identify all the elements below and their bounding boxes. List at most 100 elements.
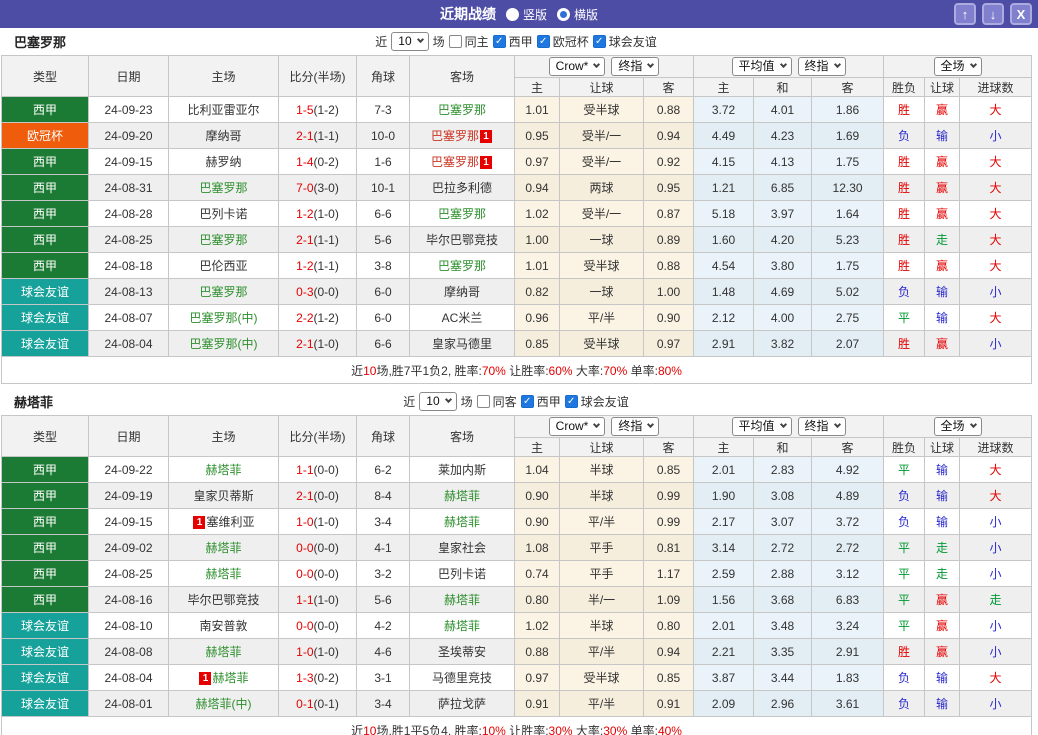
result-outcome-cell: 平	[883, 456, 926, 483]
league-checkbox[interactable]: ✓ 球会友谊	[592, 33, 657, 50]
layout-radio-vertical[interactable]: 竖版	[505, 6, 547, 23]
odds-home-cell: 0.80	[514, 586, 560, 613]
type-cell: 球会友谊	[1, 690, 89, 717]
odds-source-select[interactable]: Crow*	[548, 57, 606, 76]
halftime-score: (0-0)	[313, 462, 339, 477]
home-team-name: 巴伦西亚	[199, 259, 247, 273]
col-header-type: 类型	[1, 415, 89, 457]
league-checkbox[interactable]: ✓ 西甲	[492, 33, 533, 50]
average-odds-select[interactable]: 平均值	[731, 57, 792, 76]
corners-cell: 6-6	[356, 330, 410, 357]
away-team-name: 莱加内斯	[438, 463, 486, 477]
team-text: 巴塞罗那(中)	[189, 311, 258, 325]
odds-source-select[interactable]: Crow*	[548, 417, 606, 436]
result-handicap-cell: 赢	[924, 96, 961, 123]
final-odds-select[interactable]: 终指	[797, 417, 846, 436]
average-odds-select[interactable]: 平均值	[731, 417, 792, 436]
scope-select[interactable]: 全场	[933, 417, 982, 436]
match-row: 西甲 24-08-16 毕尔巴鄂竞技 1-1(1-0) 5-6 赫塔菲 0.80 半/一 1.0…	[1, 586, 1033, 613]
home-team-cell: 南安普敦	[168, 612, 279, 639]
move-up-button[interactable]: ↑	[954, 3, 976, 25]
odds-handicap-cell: 平手	[559, 560, 644, 587]
same-venue-checkbox[interactable]: 同主	[448, 33, 489, 50]
odds-home-cell: 1.08	[514, 534, 560, 561]
move-down-button[interactable]: ↓	[982, 3, 1004, 25]
result-goals-cell: 小	[959, 560, 1033, 587]
team-text: 巴列卡诺	[437, 567, 486, 581]
away-team-cell: AC米兰	[409, 304, 515, 331]
halftime-score: (1-1)	[313, 232, 339, 247]
away-team-cell: 莱加内斯	[409, 456, 515, 483]
corners-cell: 3-8	[356, 252, 410, 279]
team-text: 萨拉戈萨	[437, 697, 486, 711]
match-count-select[interactable]: 10	[419, 392, 457, 411]
odds-home-cell: 1.02	[514, 612, 560, 639]
home-team-name: 赫塔菲(中)	[196, 697, 252, 711]
select-value: 终指	[618, 59, 643, 73]
score-cell: 7-0(3-0)	[278, 174, 357, 201]
team-text: 巴塞罗那	[430, 129, 479, 143]
corners-cell: 8-4	[356, 482, 410, 509]
score-cell: 0-0(0-0)	[278, 612, 357, 639]
final-odds-select[interactable]: 终指	[797, 57, 846, 76]
avg-away-cell: 3.61	[811, 690, 885, 717]
home-team-cell: 赫塔菲	[168, 638, 279, 665]
avg-home-cell: 1.56	[693, 586, 755, 613]
team-text: AC米兰	[441, 311, 483, 325]
odds-handicap-cell: 两球	[559, 174, 644, 201]
fulltime-score: 1-5	[296, 102, 314, 117]
match-count-select[interactable]: 10	[391, 32, 429, 51]
avg-away-cell: 1.83	[811, 664, 885, 691]
chevron-down-icon	[969, 420, 977, 429]
corners-cell: 6-6	[356, 200, 410, 227]
team-text: 赫塔菲	[205, 463, 242, 477]
subcol-odds-away: 客	[642, 437, 695, 457]
league-checkbox[interactable]: ✓ 球会友谊	[564, 393, 629, 410]
odds-handicap-cell: 受半球	[559, 330, 644, 357]
layout-radio-horizontal[interactable]: 横版	[557, 6, 598, 23]
league-checkbox[interactable]: ✓ 西甲	[520, 393, 561, 410]
select-value: 平均值	[738, 419, 775, 433]
team-text: 巴伦西亚	[199, 259, 248, 273]
corners-cell: 4-6	[356, 638, 410, 665]
chevron-down-icon	[593, 60, 601, 69]
close-button[interactable]: X	[1010, 3, 1032, 25]
filter-games-label: 场	[432, 35, 445, 49]
checkbox-label: 西甲	[508, 35, 533, 49]
type-cell: 西甲	[1, 96, 89, 123]
subcol-avg-away: 客	[811, 77, 885, 97]
odds-away-cell: 1.09	[642, 586, 695, 613]
team-text: 赫塔菲	[205, 567, 242, 581]
avg-home-cell: 3.72	[693, 96, 755, 123]
date-cell: 24-08-07	[88, 304, 169, 331]
subcol-odds-home: 主	[514, 437, 560, 457]
chevron-down-icon	[647, 60, 655, 69]
match-row: 球会友谊 24-08-04 1 赫塔菲 1-3(0-2) 3-1 马德里竞技 0.97 受半球 0…	[1, 664, 1033, 691]
halftime-score: (0-2)	[313, 154, 339, 169]
avg-home-cell: 4.54	[693, 252, 755, 279]
team-text: 巴拉多利德	[431, 181, 492, 195]
league-checkbox[interactable]: ✓ 欧冠杯	[536, 33, 589, 50]
odds-home-cell: 0.91	[514, 690, 560, 717]
type-cell: 西甲	[1, 560, 89, 587]
avg-draw-cell: 3.44	[753, 664, 813, 691]
halftime-score: (1-0)	[313, 206, 339, 221]
team-text: 巴塞罗那	[437, 259, 486, 273]
final-odds-select[interactable]: 终指	[611, 57, 660, 76]
checkbox-label: 西甲	[536, 395, 561, 409]
away-team-name: 巴塞罗那	[438, 259, 486, 273]
away-team-name: 巴塞罗那 1	[431, 155, 493, 169]
same-venue-checkbox[interactable]: 同客	[476, 393, 517, 410]
type-cell: 西甲	[1, 200, 89, 227]
home-team-name: 摩纳哥	[205, 129, 241, 143]
score-cell: 0-1(0-1)	[278, 690, 357, 717]
halftime-score: (1-0)	[313, 592, 339, 607]
odds-handicap-cell: 平手	[559, 534, 644, 561]
corners-cell: 1-6	[356, 148, 410, 175]
corners-cell: 3-2	[356, 560, 410, 587]
final-odds-select[interactable]: 终指	[611, 417, 660, 436]
score-cell: 2-1(1-1)	[278, 122, 357, 149]
scope-select[interactable]: 全场	[933, 57, 982, 76]
away-team-name: 巴列卡诺	[438, 567, 486, 581]
result-outcome-cell: 胜	[883, 96, 926, 123]
